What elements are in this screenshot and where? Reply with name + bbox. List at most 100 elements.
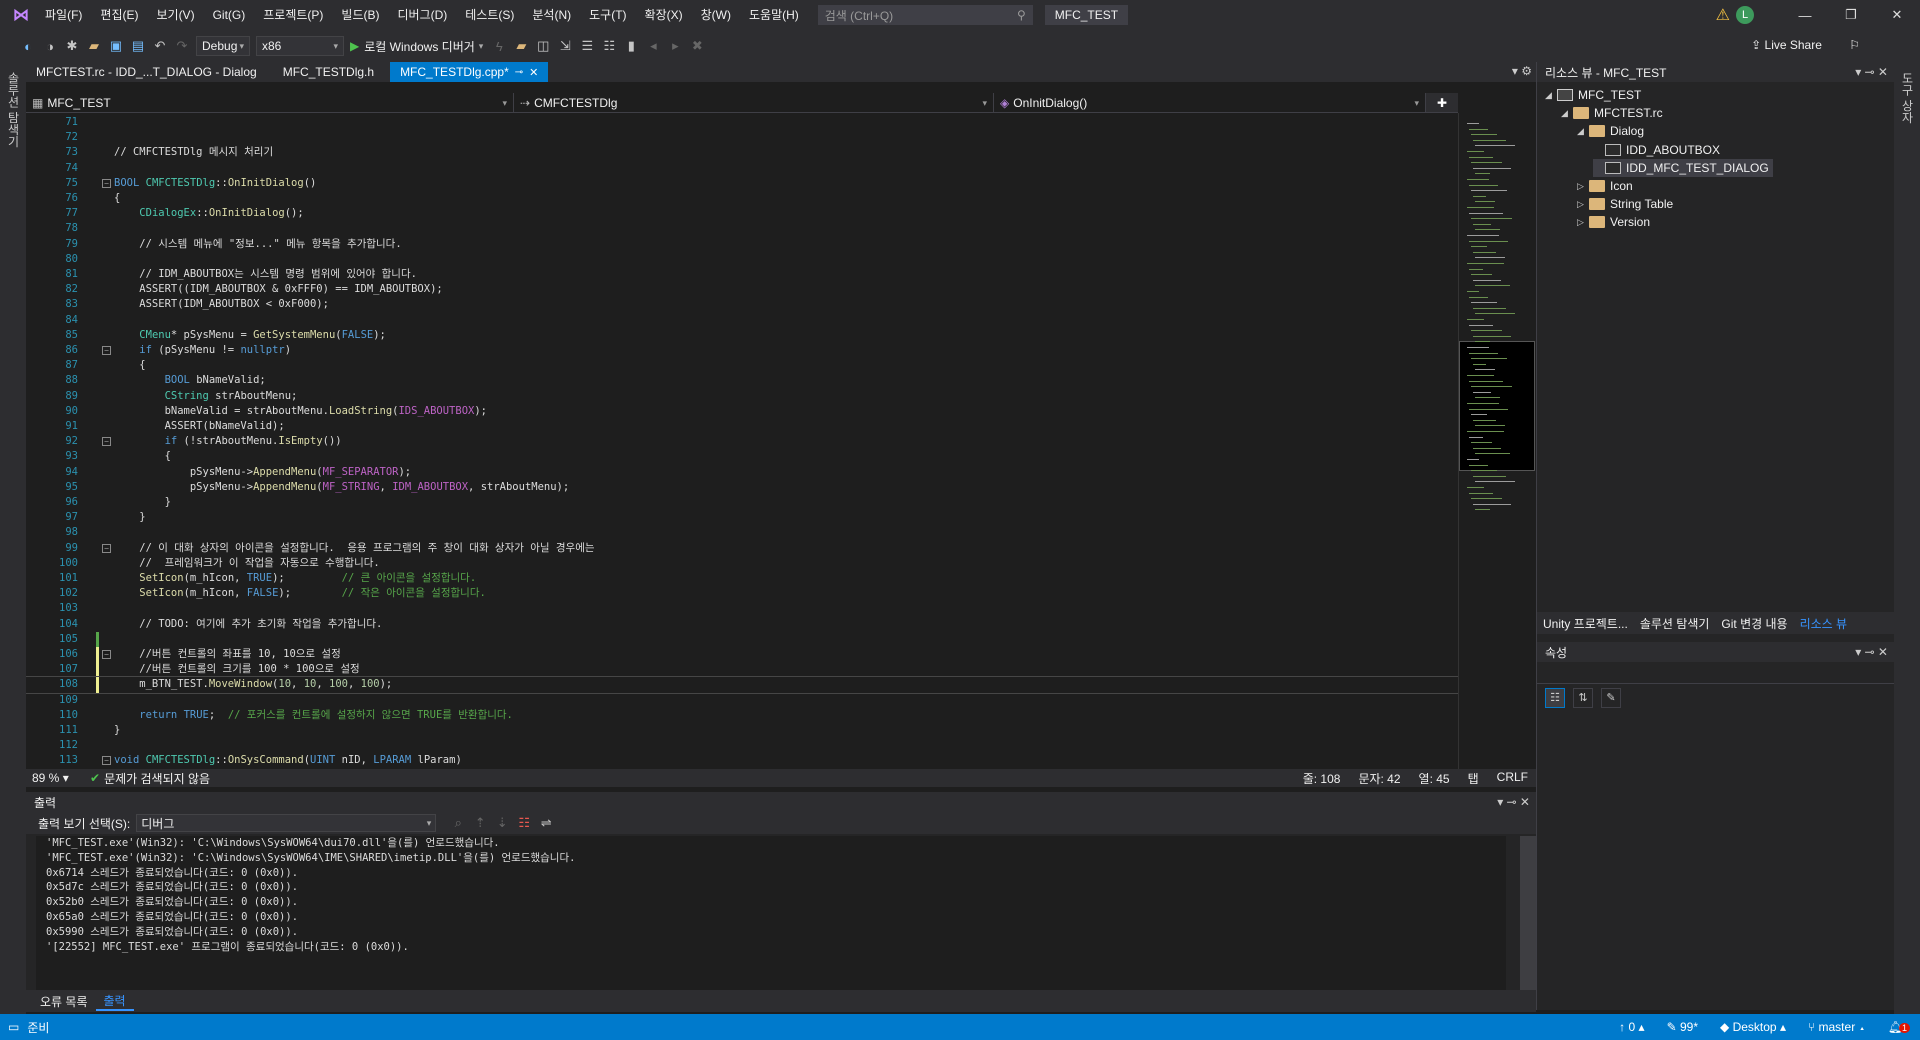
collapse-icon[interactable]: − (102, 650, 111, 659)
clear-bookmarks-icon[interactable]: ✖ (689, 38, 705, 54)
expander-icon[interactable]: ▷ (1577, 199, 1589, 210)
tab-unity-project[interactable]: Unity 프로젝트... (1537, 615, 1634, 632)
code-line[interactable]: 78 (26, 221, 1458, 236)
panel-window-controls-icon[interactable]: ▾ ⊸ ✕ (1497, 795, 1530, 809)
tree-item[interactable]: ▷ String Table (1577, 195, 1673, 213)
code-line[interactable]: 104 // TODO: 여기에 추가 초기화 작업을 추가합니다. (26, 617, 1458, 632)
code-line[interactable]: 97 } (26, 510, 1458, 525)
code-line[interactable]: 91 ASSERT(bNameValid); (26, 419, 1458, 434)
code-line[interactable]: 77 CDialogEx::OnInitDialog(); (26, 206, 1458, 221)
code-line[interactable]: 93 { (26, 449, 1458, 464)
code-line[interactable]: 71 (26, 115, 1458, 130)
code-line[interactable]: 103 (26, 601, 1458, 616)
categorized-icon[interactable]: ☷ (1545, 688, 1565, 708)
tree-item[interactable]: IDD_ABOUTBOX (1593, 141, 1720, 159)
tab-git-changes[interactable]: Git 변경 내용 (1715, 615, 1793, 632)
collapse-icon[interactable]: − (102, 178, 111, 188)
member-scope-select[interactable]: ◈ OnInitDialog() ▾ (994, 93, 1426, 113)
code-line[interactable]: 94 pSysMenu->AppendMenu(MF_SEPARATOR); (26, 465, 1458, 480)
code-line[interactable]: 108 m_BTN_TEST.MoveWindow(10, 10, 100, 1… (26, 676, 1458, 694)
menu-item[interactable]: 디버그(D) (388, 0, 456, 30)
close-button[interactable]: ✕ (1874, 7, 1920, 23)
maximize-button[interactable]: ❐ (1828, 7, 1874, 23)
feedback-icon[interactable]: ⚐ (1849, 38, 1860, 52)
code-line[interactable]: 101 SetIcon(m_hIcon, TRUE); // 큰 아이콘을 설정… (26, 571, 1458, 586)
menu-item[interactable]: 분석(N) (523, 0, 580, 30)
menu-item[interactable]: 창(W) (692, 0, 740, 30)
alphabetical-icon[interactable]: ⇅ (1573, 688, 1593, 708)
back-icon[interactable]: ◐ (20, 39, 36, 54)
code-line[interactable]: 80 (26, 252, 1458, 267)
bookmark-icon[interactable]: ▮ (623, 38, 639, 54)
tree-item[interactable]: IDD_MFC_TEST_DIALOG (1593, 158, 1773, 177)
tab-indicator[interactable]: 탭 (1468, 770, 1479, 787)
configuration-select[interactable]: Debug ▾ (196, 36, 250, 56)
clear-all-icon[interactable]: ☷ (516, 815, 532, 831)
open-folder-icon[interactable]: ▰ (86, 38, 102, 54)
avatar[interactable]: L (1736, 6, 1754, 24)
code-line[interactable]: 102 SetIcon(m_hIcon, FALSE); // 작은 아이콘을 … (26, 586, 1458, 601)
panel-window-controls-icon[interactable]: ▾ ⊸ ✕ (1855, 65, 1888, 79)
expander-icon[interactable]: ◢ (1545, 90, 1557, 101)
pin-icon[interactable]: ⊸ (515, 67, 523, 78)
minimize-button[interactable]: — (1782, 8, 1828, 23)
save-all-icon[interactable]: ▤ (130, 38, 146, 54)
word-wrap-icon[interactable]: ⇌ (538, 815, 554, 831)
eol-indicator[interactable]: CRLF (1497, 770, 1528, 787)
tree-item[interactable]: ◢ MFC_TEST (1545, 86, 1641, 104)
code-line[interactable]: 88 BOOL bNameValid; (26, 373, 1458, 388)
screenshot-icon[interactable]: ◫ (535, 38, 551, 54)
collapse-icon[interactable]: − (102, 543, 111, 553)
minimap-viewport[interactable] (1459, 341, 1535, 471)
expander-icon[interactable]: ▷ (1577, 181, 1589, 192)
tree-item[interactable]: ▷ Version (1577, 213, 1650, 231)
collapse-icon[interactable]: − (102, 437, 111, 447)
menu-item[interactable]: 프로젝트(P) (254, 0, 332, 30)
code-line[interactable]: 74 (26, 161, 1458, 176)
prev-bookmark-icon[interactable]: ◂ (645, 38, 661, 54)
menu-item[interactable]: 도구(T) (580, 0, 635, 30)
menu-item[interactable]: 편집(E) (91, 0, 147, 30)
code-line[interactable]: 79 // 시스템 메뉴에 "정보..." 메뉴 항목을 추가합니다. (26, 237, 1458, 252)
tree-item[interactable]: ▷ Icon (1577, 177, 1633, 195)
warning-icon[interactable]: ⚠ (1716, 5, 1730, 25)
code-line[interactable]: 76 { (26, 191, 1458, 206)
properties-object-select[interactable] (1537, 662, 1894, 684)
comment-icon[interactable]: ☰ (579, 38, 595, 54)
code-line[interactable]: 107 //버튼 컨트롤의 크기를 100 * 100으로 설정 (26, 662, 1458, 678)
tab-mfctest-rc[interactable]: MFCTEST.rc - IDD_...T_DIALOG - Dialog (26, 62, 267, 82)
code-editor[interactable]: 71 72 73// CMFCTESTDlg 메시지 처리기 74 75− BOOL CM… (26, 113, 1458, 769)
code-line[interactable]: 95 pSysMenu->AppendMenu(MF_STRING, IDM_A… (26, 480, 1458, 495)
code-line[interactable]: 90 bNameValid = strAboutMenu.LoadString(… (26, 404, 1458, 419)
start-debugging-button[interactable]: ▶ 로컬 Windows 디버거 ▾ (350, 38, 483, 55)
close-tab-icon[interactable]: ✕ (529, 66, 538, 79)
rail-solution-explorer[interactable]: 솔루션 탐색기 (5, 72, 22, 147)
output-scrollbar[interactable] (1520, 836, 1536, 1006)
line-indicator[interactable]: 줄: 108 (1303, 770, 1341, 787)
code-line[interactable]: 86 − if (pSysMenu != nullptr) (26, 343, 1458, 358)
code-line[interactable]: 92 − if (!strAboutMenu.IsEmpty()) (26, 434, 1458, 449)
project-scope-select[interactable]: ▦ MFC_TEST ▾ (26, 93, 514, 113)
tab-overflow-icon[interactable]: ▾ ⚙ (1512, 64, 1532, 78)
code-line[interactable]: 112 (26, 738, 1458, 753)
expander-icon[interactable]: ◢ (1561, 108, 1573, 119)
tab-output[interactable]: 출력 (95, 992, 134, 1011)
menu-item[interactable]: Git(G) (204, 0, 255, 30)
find-message-icon[interactable]: ⌕ (450, 815, 466, 831)
branch-indicator[interactable]: ⑂ master ▴ (1808, 1020, 1866, 1034)
forward-icon[interactable]: ◑ (42, 39, 58, 54)
edits-indicator[interactable]: ✎ 99* (1667, 1020, 1698, 1034)
issues-indicator[interactable]: ✔ 문제가 검색되지 않음 (90, 770, 210, 787)
collapse-icon[interactable]: − (102, 346, 111, 355)
expander-icon[interactable]: ▷ (1577, 217, 1589, 228)
code-line[interactable]: 106 − //버튼 컨트롤의 좌표를 10, 10으로 설정 (26, 647, 1458, 663)
code-line[interactable]: 83 ASSERT(IDM_ABOUTBOX < 0xF000); (26, 297, 1458, 312)
rail-toolbox[interactable]: 도구 상자 (1899, 72, 1916, 123)
menu-item[interactable]: 보기(V) (147, 0, 203, 30)
tree-item[interactable]: ◢ Dialog (1577, 122, 1644, 140)
push-indicator[interactable]: ↑ 0 ▴ (1619, 1020, 1644, 1034)
panel-window-controls-icon[interactable]: ▾ ⊸ ✕ (1855, 645, 1888, 659)
tab-solution-explorer[interactable]: 솔루션 탐색기 (1634, 615, 1716, 632)
col-indicator[interactable]: 열: 45 (1419, 770, 1450, 787)
menu-item[interactable]: 파일(F) (36, 0, 91, 30)
